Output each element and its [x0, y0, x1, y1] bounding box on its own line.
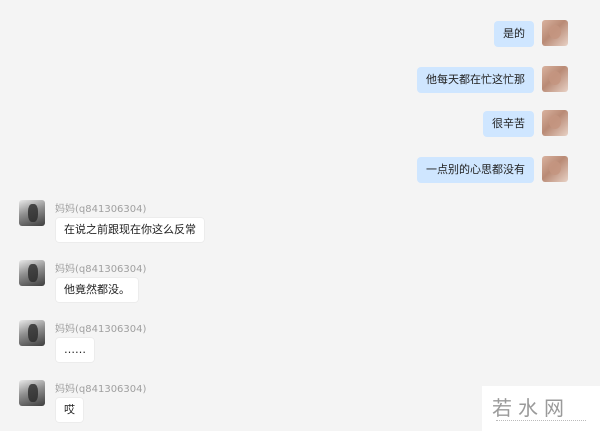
- message-incoming: 妈妈(q841306304) 在说之前跟现在你这么反常: [0, 196, 600, 252]
- message-outgoing: 是的: [0, 0, 600, 50]
- message-outgoing: 很辛苦: [0, 100, 600, 150]
- self-avatar[interactable]: [542, 110, 568, 136]
- self-avatar[interactable]: [542, 20, 568, 46]
- message-outgoing: 他每天都在忙这忙那: [0, 50, 600, 100]
- self-avatar[interactable]: [542, 156, 568, 182]
- message-bubble[interactable]: ……: [55, 337, 95, 363]
- self-avatar[interactable]: [542, 66, 568, 92]
- site-watermark: 若水网: [482, 386, 600, 431]
- sender-name: 妈妈(q841306304): [55, 384, 147, 395]
- contact-avatar[interactable]: [19, 380, 45, 406]
- chat-window: 是的 他每天都在忙这忙那 很辛苦 一点别的心思都没有 妈妈(q841306304…: [0, 0, 600, 431]
- message-incoming: 妈妈(q841306304) ……: [0, 316, 600, 372]
- message-bubble[interactable]: 一点别的心思都没有: [417, 157, 534, 183]
- message-bubble[interactable]: 他每天都在忙这忙那: [417, 67, 534, 93]
- message-bubble[interactable]: 哎: [55, 397, 84, 423]
- contact-avatar[interactable]: [19, 200, 45, 226]
- message-incoming: 妈妈(q841306304) 他竟然都没。: [0, 256, 600, 312]
- contact-avatar[interactable]: [19, 320, 45, 346]
- sender-name: 妈妈(q841306304): [55, 204, 147, 215]
- message-bubble[interactable]: 是的: [494, 21, 534, 47]
- message-bubble[interactable]: 他竟然都没。: [55, 277, 139, 303]
- watermark-text: 若水网: [492, 396, 570, 420]
- site-logo-icon: [496, 420, 586, 424]
- message-bubble[interactable]: 很辛苦: [483, 111, 534, 137]
- message-bubble[interactable]: 在说之前跟现在你这么反常: [55, 217, 205, 243]
- sender-name: 妈妈(q841306304): [55, 324, 147, 335]
- sender-name: 妈妈(q841306304): [55, 264, 147, 275]
- contact-avatar[interactable]: [19, 260, 45, 286]
- message-outgoing: 一点别的心思都没有: [0, 150, 600, 200]
